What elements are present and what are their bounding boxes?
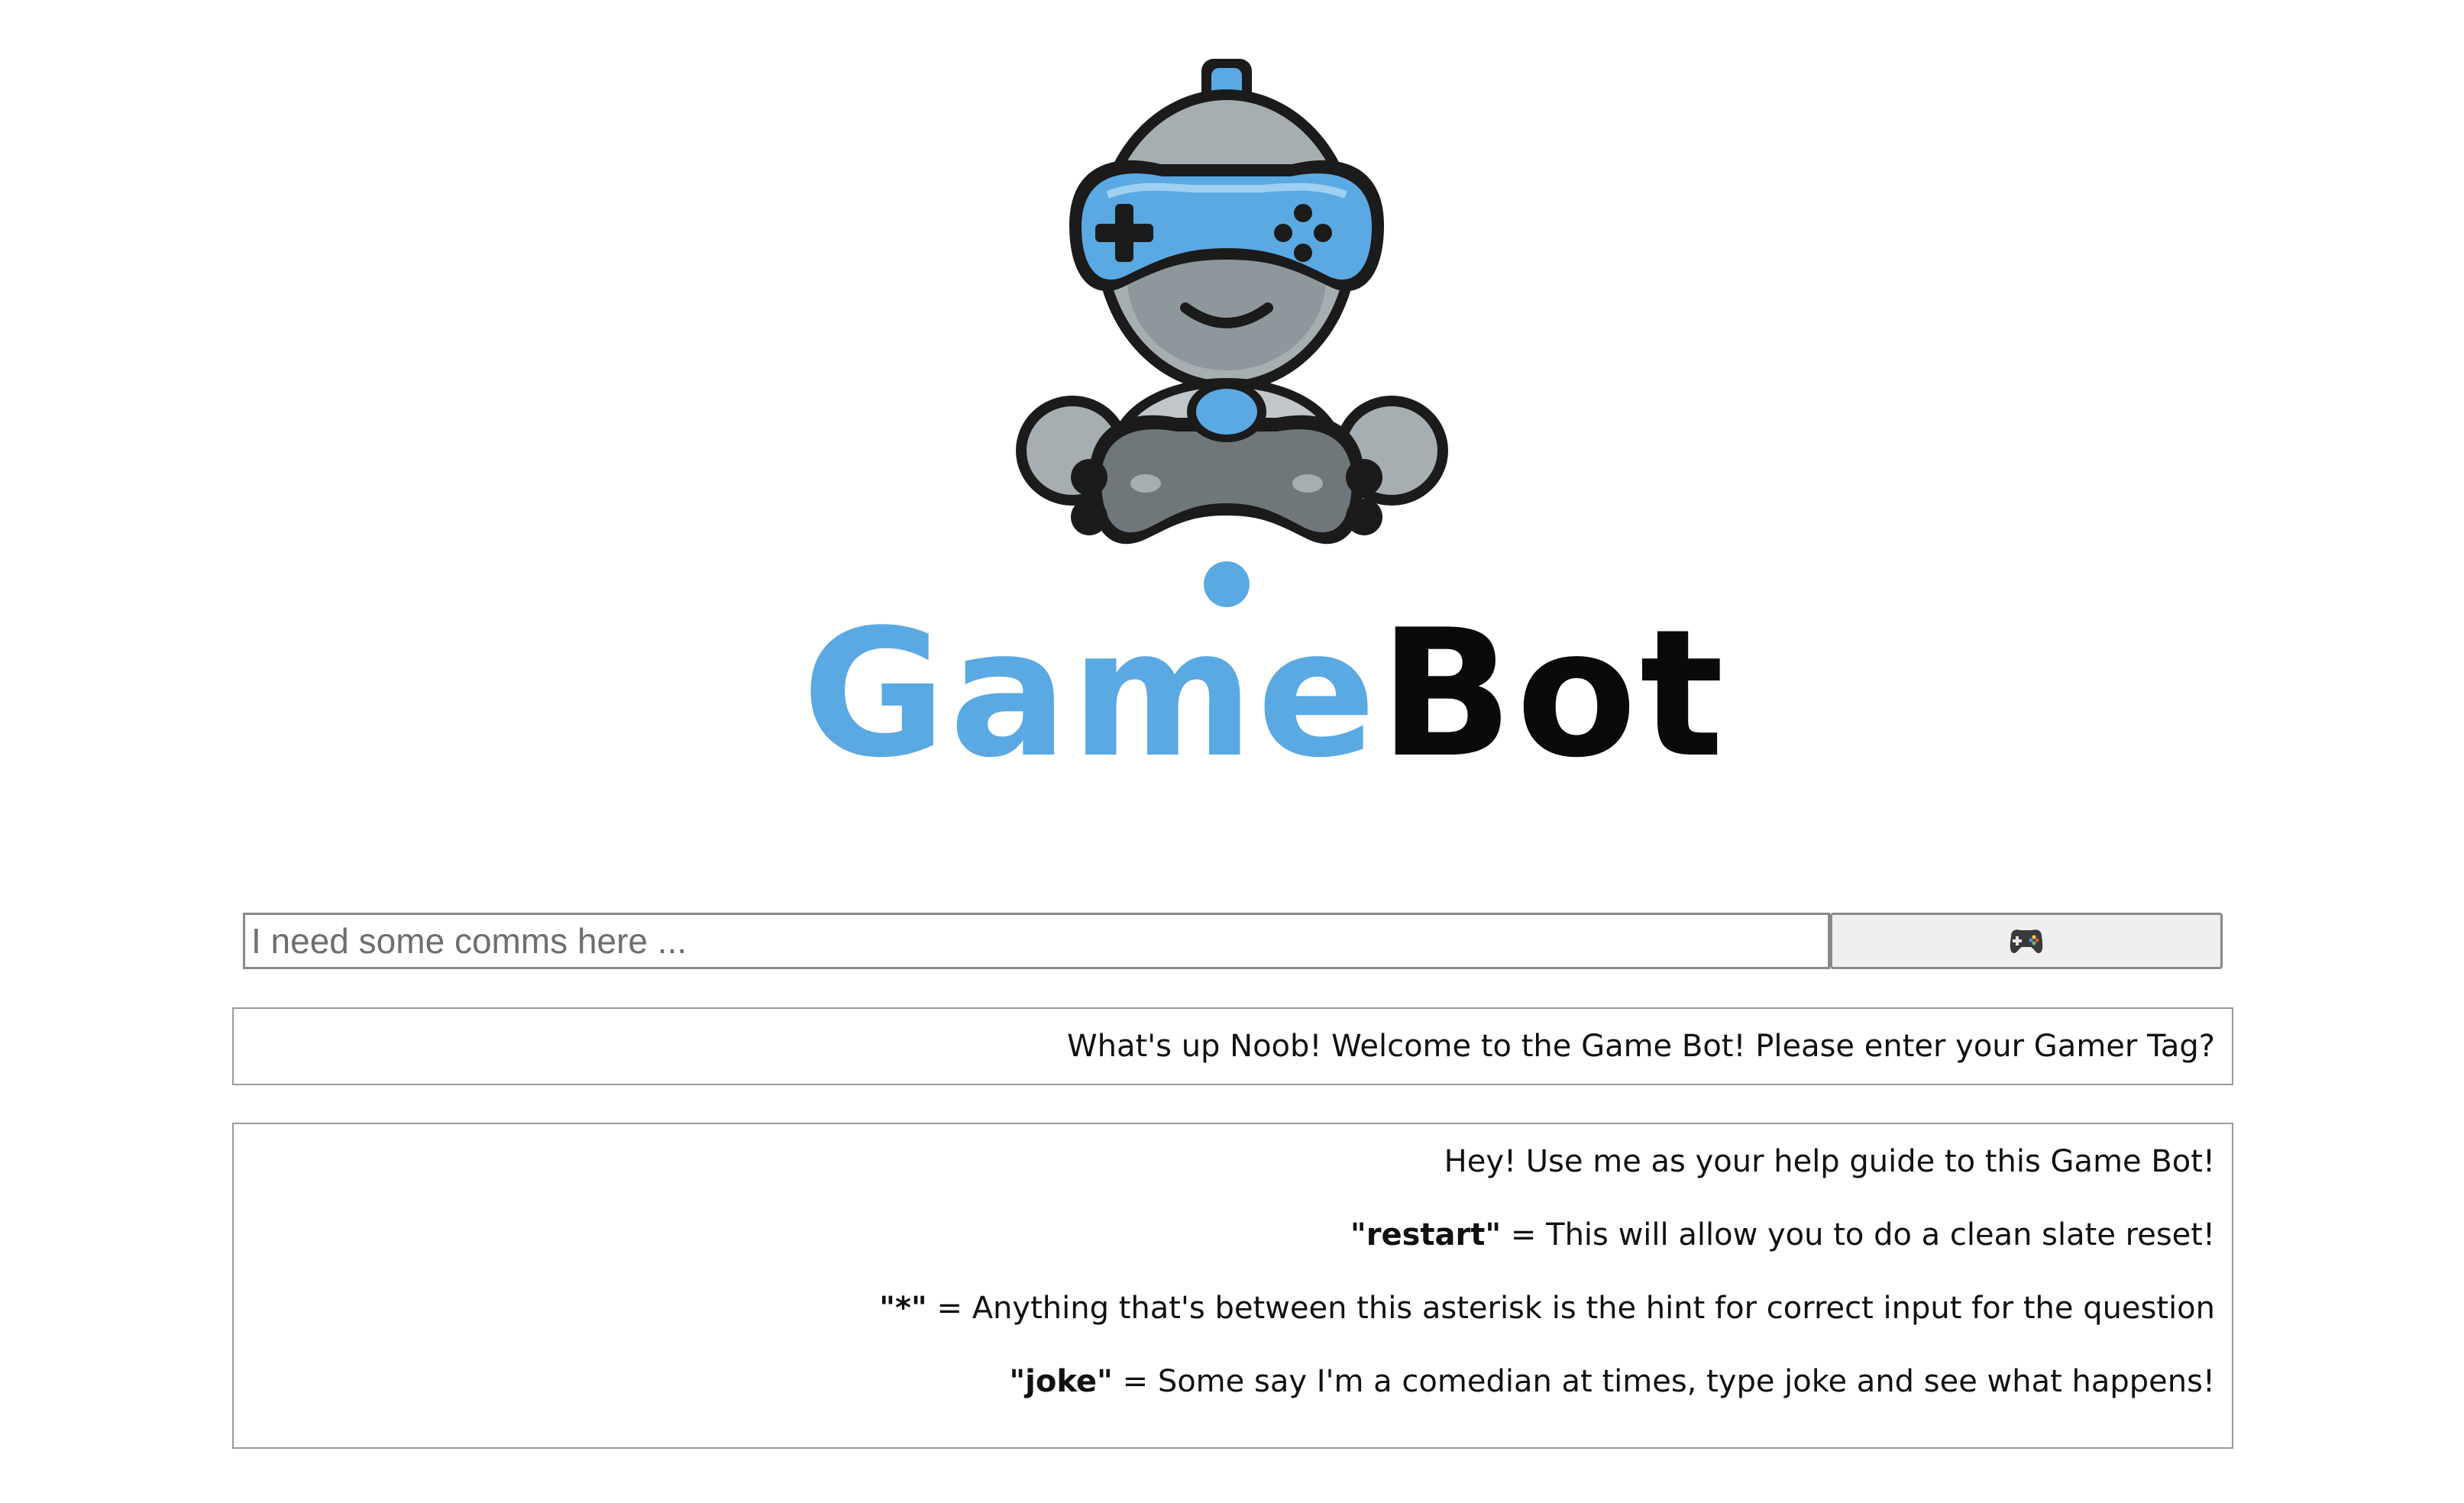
help-command-description: = This will allow you to do a clean slat… (1501, 1217, 2215, 1252)
logo-wordmark: GameBot (802, 603, 1724, 787)
logo-word-game: Game (802, 593, 1379, 797)
help-command-description: = Anything that's between this asterisk … (926, 1291, 2215, 1326)
help-command-asterisk: "*" = Anything that's between this aster… (251, 1285, 2215, 1332)
help-command-key: "restart" (1350, 1217, 1502, 1252)
bot-message-text: What's up Noob! Welcome to the Game Bot!… (1067, 1029, 2215, 1064)
bot-message: What's up Noob! Welcome to the Game Bot!… (232, 1007, 2233, 1085)
page: GameBot What's up Noob! Welcome to the G… (0, 0, 2464, 1503)
robot-gamer-icon (1016, 50, 1448, 615)
help-intro: Hey! Use me as your help guide to this G… (1444, 1144, 2215, 1179)
help-command-key: "joke" (1009, 1364, 1113, 1399)
gamepad-icon (2006, 926, 2046, 956)
help-command-description: = Some say I'm a comedian at times, type… (1112, 1364, 2215, 1399)
send-button[interactable] (1830, 913, 2223, 969)
help-command-joke: "joke" = Some say I'm a comedian at time… (251, 1358, 2215, 1405)
help-command-key: "*" (879, 1291, 927, 1326)
logo-word-bot: Bot (1379, 593, 1727, 797)
help-panel: Hey! Use me as your help guide to this G… (232, 1123, 2233, 1449)
help-command-restart: "restart" = This will allow you to do a … (251, 1211, 2215, 1259)
chat-input[interactable] (243, 913, 1830, 969)
